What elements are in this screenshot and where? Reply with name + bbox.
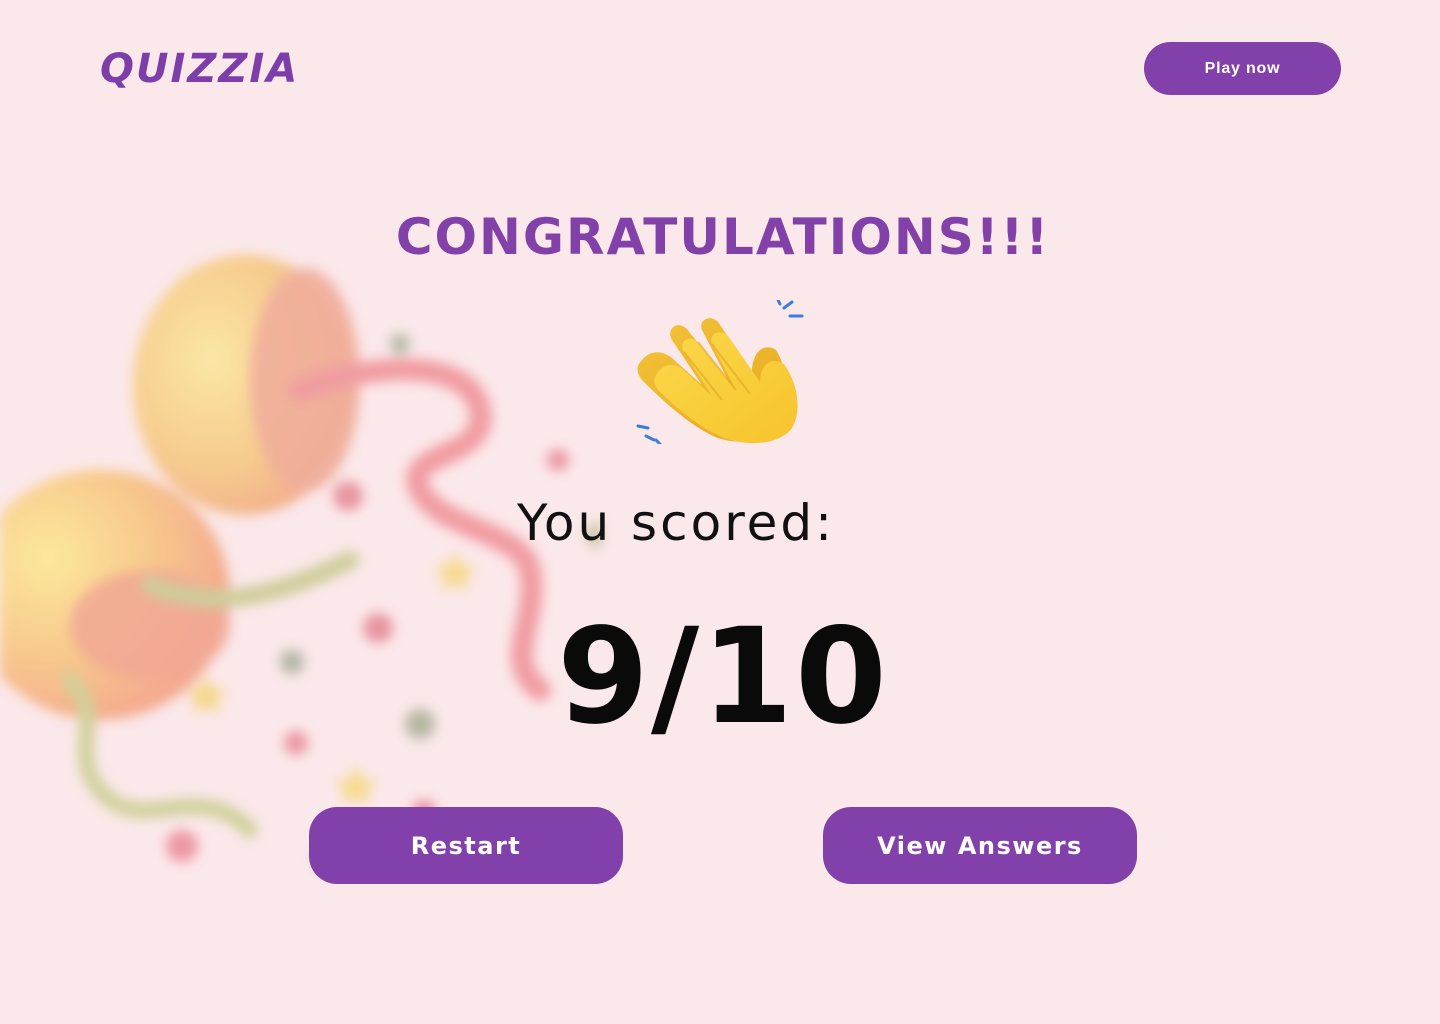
congratulations-heading: CONGRATULATIONS!!! <box>395 208 1051 266</box>
score-label: You scored: <box>516 494 835 552</box>
results-page: QUIZZIA Play now CONGRATULATIONS!!! You … <box>0 0 1440 1024</box>
restart-button[interactable]: Restart <box>309 807 623 884</box>
brand-logo[interactable]: QUIZZIA <box>100 46 299 92</box>
play-now-button[interactable]: Play now <box>1144 42 1341 95</box>
view-answers-button[interactable]: View Answers <box>823 807 1137 884</box>
clapping-hands-icon <box>636 300 804 444</box>
score-value: 9/10 <box>557 600 889 754</box>
party-popper-confetti-icon <box>0 255 600 869</box>
